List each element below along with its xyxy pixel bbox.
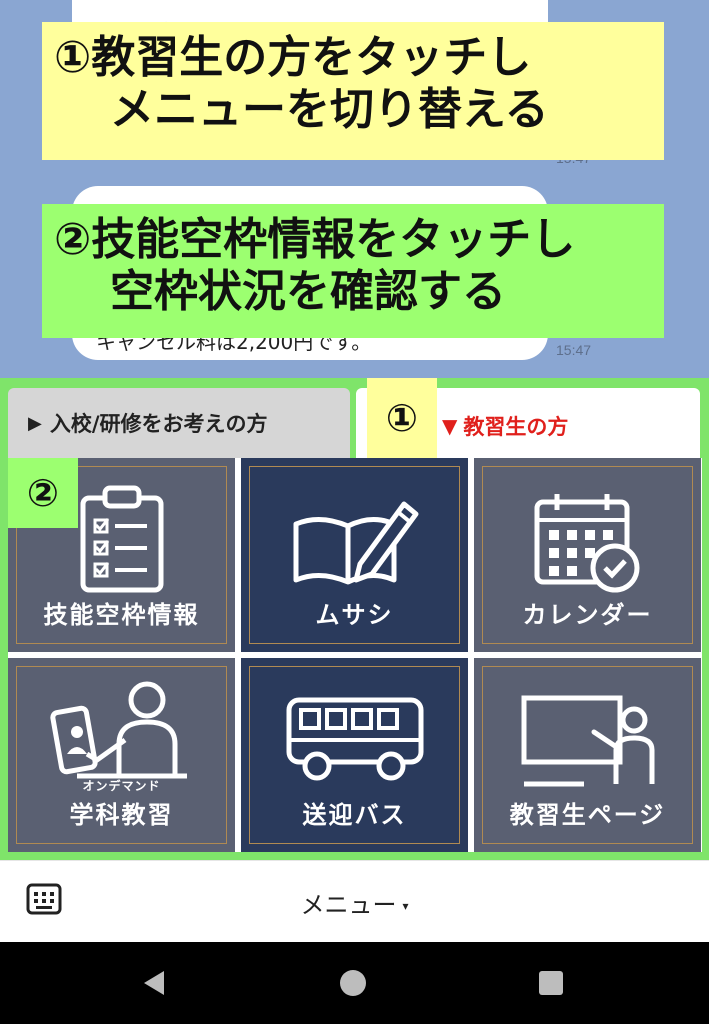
step-marker-2: ② [8, 458, 78, 528]
caret-down-icon: ▾ [402, 899, 409, 913]
back-icon[interactable] [140, 968, 170, 998]
menu-bar: メニュー ▾ [0, 860, 709, 942]
instruction-callout-step2: ②技能空枠情報をタッチし 空枠状況を確認する [42, 204, 664, 338]
callout-line: メニューを切り替える [110, 83, 549, 135]
tile-label: 教習生ページ [509, 801, 666, 829]
teacher-whiteboard-icon [521, 695, 654, 787]
rich-menu: ▶ 入校/研修をお考えの方 ▼ 教習生の方 ① 技能空枠情報 ムサシ カレンダー… [0, 378, 709, 860]
callout-line: ①教習生の方をタッチし [54, 32, 532, 83]
clipboard-checklist-icon [80, 485, 163, 593]
menu-tile-online-lessons[interactable]: オンデマンド 学科教習 [8, 658, 235, 852]
menu-toggle-button[interactable]: メニュー ▾ [0, 885, 709, 920]
triangle-right-icon: ▶ [28, 412, 42, 434]
triangle-down-icon: ▼ [442, 414, 458, 438]
menu-tile-calendar[interactable]: カレンダー [474, 458, 701, 652]
tile-label: ムサシ [315, 601, 394, 629]
menu-tile-shuttle-bus[interactable]: 送迎バス [241, 658, 468, 852]
tile-label: 学科教習 [69, 801, 174, 829]
menu-grid: 技能空枠情報 ムサシ カレンダー オンデマンド 学科教習 送迎バス 教習生ページ… [8, 458, 702, 852]
tab-label: 教習生の方 [463, 415, 569, 439]
person-smartphone-icon [49, 681, 187, 779]
callout-line: 空枠状況を確認する [110, 265, 506, 317]
tab-label: 入校/研修をお考えの方 [49, 412, 268, 436]
tab-prospective-students[interactable]: ▶ 入校/研修をお考えの方 [8, 388, 350, 458]
recent-apps-icon[interactable] [536, 968, 566, 998]
calendar-check-icon [534, 494, 639, 593]
book-pencil-icon [293, 501, 418, 585]
instruction-callout-step1: ①教習生の方をタッチし メニューを切り替える [42, 22, 664, 160]
menu-label-text: メニュー [300, 891, 397, 919]
tile-sublabel: オンデマンド [82, 779, 161, 793]
tile-label: カレンダー [522, 601, 653, 629]
tile-label: 送迎バス [302, 801, 407, 829]
message-timestamp: 15:47 [556, 342, 592, 358]
chat-area[interactable]: 火曜～金曜日の20:00～20:50に教習 15:47 キャンセル料は2,200… [0, 0, 709, 378]
tile-label: 技能空枠情報 [43, 601, 200, 629]
menu-tile-musashi[interactable]: ムサシ [241, 458, 468, 652]
system-navigation-bar [0, 942, 709, 1024]
bus-icon [286, 697, 423, 781]
home-icon[interactable] [338, 968, 368, 998]
callout-line: ②技能空枠情報をタッチし [54, 214, 576, 265]
menu-tile-student-page[interactable]: 教習生ページ [474, 658, 701, 852]
step-marker-1: ① [367, 378, 437, 458]
